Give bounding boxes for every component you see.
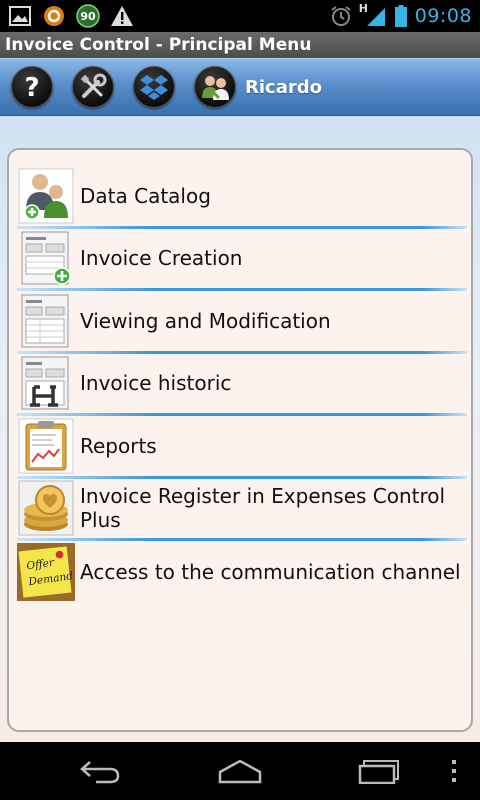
tools-icon xyxy=(80,73,107,98)
back-button[interactable] xyxy=(76,754,124,788)
dropbox-button[interactable] xyxy=(133,66,175,108)
users-add-icon xyxy=(17,167,75,225)
invoice-history-icon xyxy=(17,354,75,412)
menu-label: Invoice historic xyxy=(80,371,232,396)
menu-label: Invoice Creation xyxy=(80,246,243,271)
users-icon xyxy=(202,76,229,100)
menu-item-communication-channel[interactable]: Offer Demand Access to the communication… xyxy=(17,541,467,604)
principal-menu: Data Catalog Invoice Creation Viewing an… xyxy=(7,148,473,732)
back-icon xyxy=(80,761,120,784)
invoice-view-icon xyxy=(17,292,75,350)
report-clipboard-icon xyxy=(17,417,75,475)
recent-apps-button[interactable] xyxy=(356,754,404,788)
status-bar: 90 H 09:08 xyxy=(0,0,480,32)
home-icon xyxy=(218,759,262,784)
menu-label: Reports xyxy=(80,433,157,458)
app-title: Invoice Control - Principal Menu xyxy=(5,35,312,55)
invoice-add-icon xyxy=(17,229,75,287)
menu-label: Data Catalog xyxy=(80,183,211,208)
coins-icon xyxy=(17,479,75,537)
alarm-icon xyxy=(329,4,353,28)
user-name[interactable]: Ricardo xyxy=(245,77,322,98)
menu-item-invoice-register[interactable]: Invoice Register in Expenses Control Plu… xyxy=(17,478,467,541)
network-type-label: H xyxy=(358,2,368,15)
help-button[interactable]: ? xyxy=(11,66,53,108)
overflow-menu-button[interactable] xyxy=(434,754,474,788)
badge-90-icon: 90 xyxy=(76,4,100,28)
tools-button[interactable] xyxy=(72,66,114,108)
home-button[interactable] xyxy=(216,754,264,788)
battery-icon xyxy=(393,4,409,28)
status-time: 09:08 xyxy=(414,5,472,27)
recent-apps-icon xyxy=(358,760,399,784)
dropbox-icon xyxy=(140,75,168,100)
menu-item-invoice-historic[interactable]: Invoice historic xyxy=(17,353,467,416)
menu-label: Viewing and Modification xyxy=(80,308,331,333)
svg-text:?: ? xyxy=(24,73,39,102)
badge-text: 90 xyxy=(80,10,96,23)
app-title-bar: Invoice Control - Principal Menu xyxy=(0,32,480,58)
signal-icon: H xyxy=(358,2,387,28)
help-icon: ? xyxy=(24,73,39,102)
content-area: Data Catalog Invoice Creation Viewing an… xyxy=(0,116,480,742)
toolbar: ? Ricardo xyxy=(0,58,480,116)
menu-item-data-catalog[interactable]: Data Catalog xyxy=(17,166,467,229)
warning-icon xyxy=(110,4,134,28)
sync-icon xyxy=(42,4,66,28)
menu-label: Access to the communication channel xyxy=(80,560,461,585)
users-button[interactable] xyxy=(194,66,236,108)
menu-label: Invoice Register in Expenses Control Plu… xyxy=(80,484,446,533)
overflow-menu-icon xyxy=(452,760,456,782)
menu-item-viewing-modification[interactable]: Viewing and Modification xyxy=(17,291,467,354)
navigation-bar xyxy=(0,742,480,800)
menu-item-reports[interactable]: Reports xyxy=(17,416,467,479)
sticky-note-icon: Offer Demand xyxy=(17,543,75,602)
menu-item-invoice-creation[interactable]: Invoice Creation xyxy=(17,228,467,291)
image-icon xyxy=(8,4,32,28)
